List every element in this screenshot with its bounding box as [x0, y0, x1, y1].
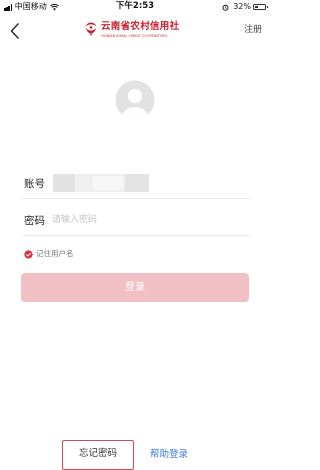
help-login-link[interactable]: 帮助登录	[150, 449, 188, 461]
battery-icon	[253, 4, 268, 10]
status-bar: 中国移动 下午2:53 32%	[0, 0, 270, 14]
password-input[interactable]	[52, 212, 242, 228]
alarm-icon	[222, 4, 229, 11]
forgot-password-link[interactable]: 忘记密码	[62, 440, 134, 470]
brand-logo: 云南省农村信用社 YUNNAN RURAL CREDIT COOPERATIVE…	[83, 20, 187, 44]
account-label: 账号	[24, 178, 45, 190]
account-value-masked[interactable]	[53, 174, 149, 192]
password-field[interactable]: 密码	[22, 206, 250, 236]
brand-name: 云南省农村信用社	[101, 21, 180, 32]
remember-username-label: 记住用户名	[36, 249, 74, 258]
register-link[interactable]: 注册	[244, 23, 262, 37]
user-avatar-icon	[115, 80, 155, 120]
rural-credit-logo-icon	[85, 22, 97, 36]
brand-subtitle: YUNNAN RURAL CREDIT COOPERATIVES	[101, 34, 168, 38]
checked-circle-icon[interactable]	[24, 249, 33, 259]
chevron-left-icon[interactable]	[8, 21, 22, 41]
battery-percent: 32%	[233, 2, 251, 11]
status-bar-right: 32%	[222, 2, 268, 12]
nav-bar: 云南省农村信用社 YUNNAN RURAL CREDIT COOPERATIVE…	[0, 14, 270, 48]
battery-level	[255, 6, 258, 8]
remember-username-checkbox[interactable]: 记住用户名	[24, 248, 74, 260]
account-field[interactable]: 账号	[22, 169, 250, 199]
password-label: 密码	[24, 215, 45, 227]
login-button[interactable]: 登录	[21, 273, 249, 302]
